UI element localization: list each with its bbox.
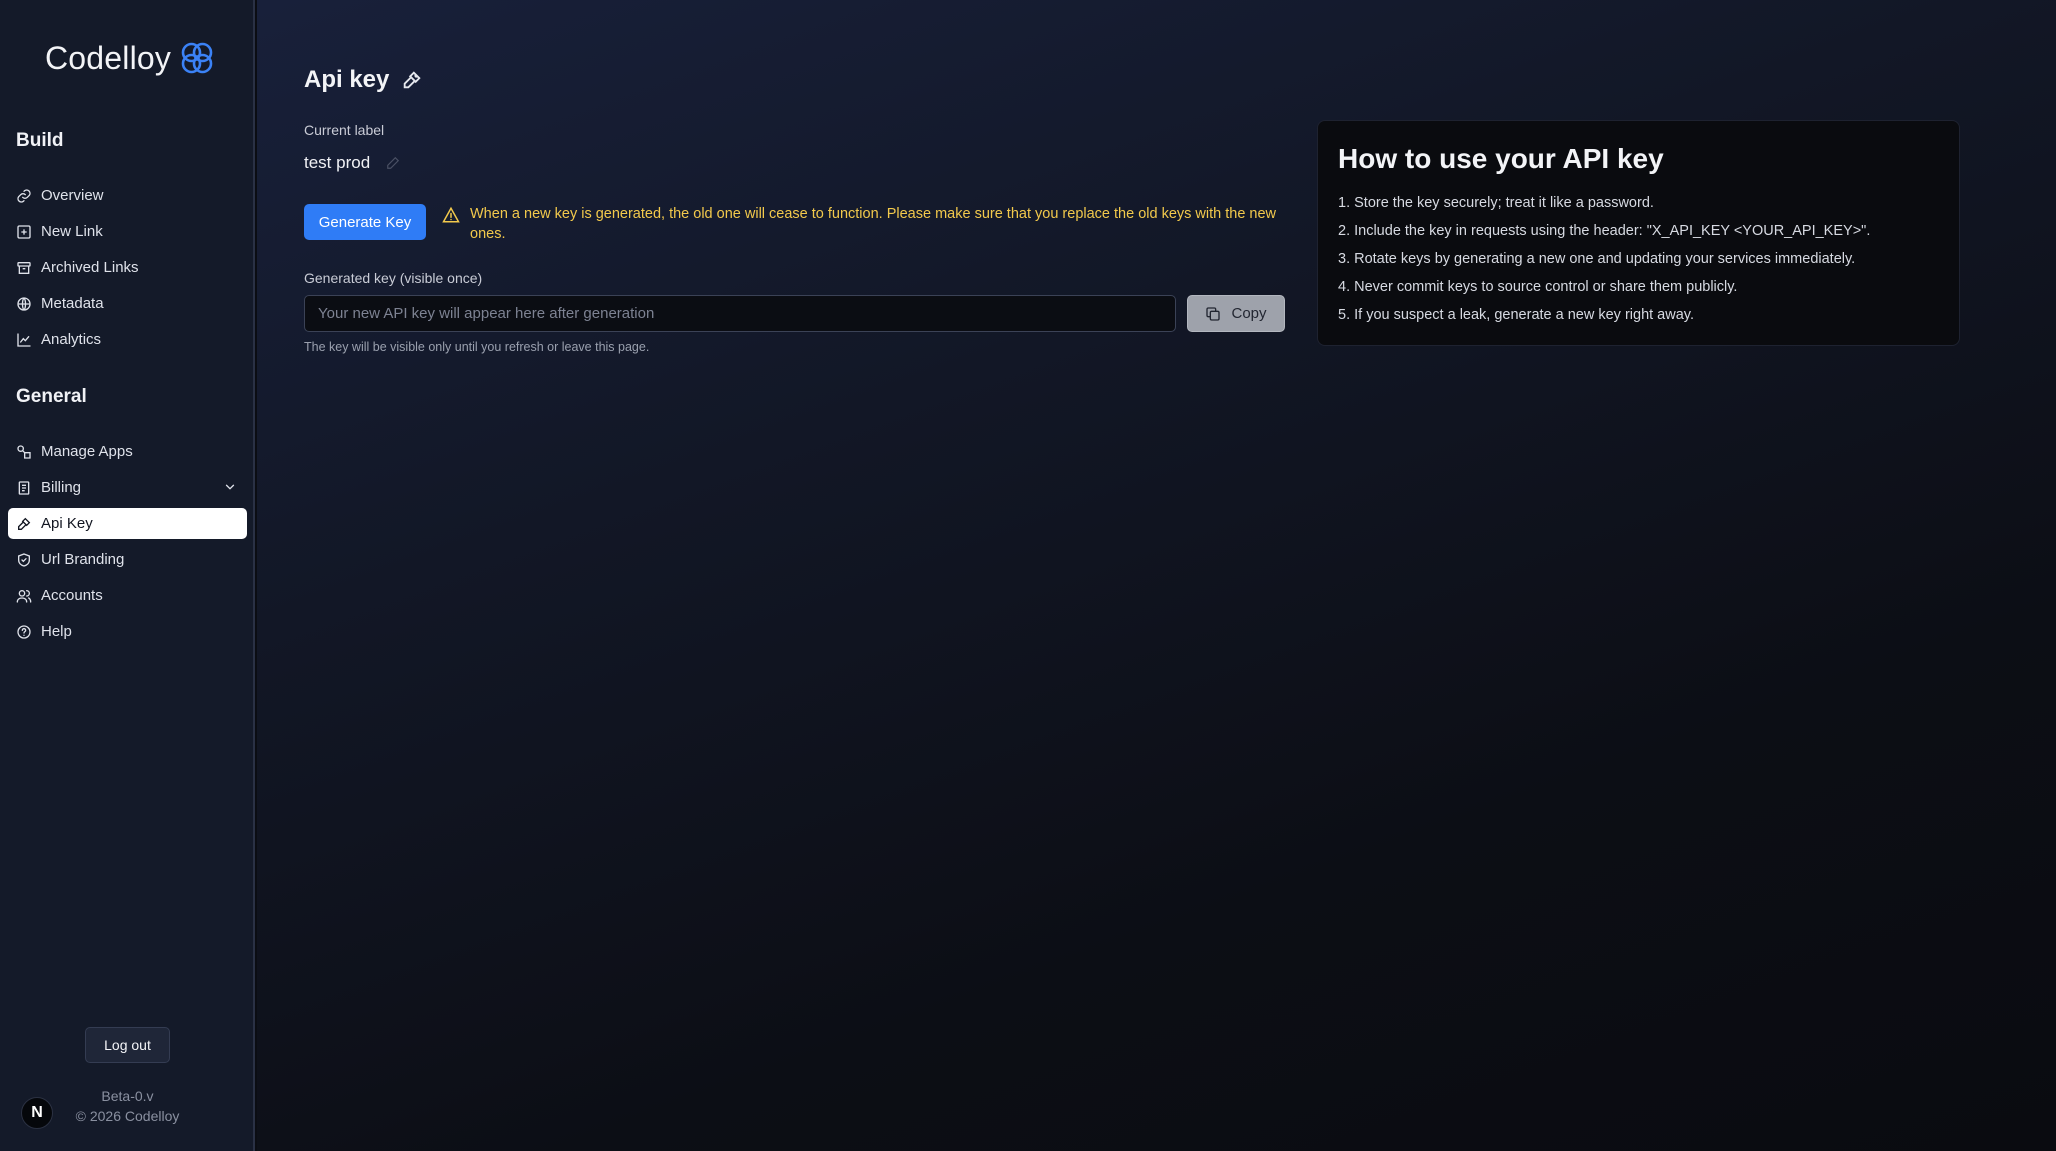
section-title-general: General bbox=[16, 386, 87, 407]
globe-icon bbox=[17, 296, 31, 311]
list-item: 3. Rotate keys by generating a new one a… bbox=[1338, 251, 1856, 267]
nav-build: Overview New Link Archived Links Metadat… bbox=[8, 180, 247, 360]
shield-icon bbox=[18, 552, 30, 567]
sidebar-item-label: Help bbox=[41, 623, 72, 640]
sidebar-item-label: Archived Links bbox=[41, 259, 139, 276]
sidebar-item-archived-links[interactable]: Archived Links bbox=[8, 252, 247, 283]
copy-button[interactable]: Copy bbox=[1187, 295, 1285, 332]
sidebar-item-manage-apps[interactable]: Manage Apps bbox=[8, 436, 247, 467]
key-icon bbox=[404, 71, 422, 89]
sidebar-item-label: Billing bbox=[41, 479, 82, 496]
sidebar-item-label: Overview bbox=[41, 187, 104, 204]
list-item: 4. Never commit keys to source control o… bbox=[1338, 279, 1738, 295]
sidebar-item-label: Analytics bbox=[41, 331, 102, 348]
sidebar-item-label: Manage Apps bbox=[41, 443, 133, 460]
sidebar-item-accounts[interactable]: Accounts bbox=[8, 580, 247, 611]
chevron-down-icon[interactable] bbox=[223, 480, 237, 494]
plus-square-icon bbox=[17, 224, 31, 239]
brand-logo-icon bbox=[181, 42, 213, 74]
main-content: Api key Current label test prod Generate… bbox=[257, 0, 2056, 1151]
help-card: How to use your API key 1. Store the key… bbox=[1317, 120, 1960, 346]
archive-icon bbox=[17, 261, 31, 274]
brand[interactable]: Codelloy bbox=[45, 38, 215, 78]
sidebar-item-overview[interactable]: Overview bbox=[8, 180, 247, 211]
sidebar-item-billing[interactable]: Billing bbox=[8, 472, 247, 503]
sidebar-item-label: Metadata bbox=[41, 295, 104, 312]
generated-key-caption: Generated key (visible once) bbox=[304, 270, 483, 286]
sidebar-item-new-link[interactable]: New Link bbox=[8, 216, 247, 247]
page-title: Api key bbox=[304, 66, 423, 94]
page-title-text: Api key bbox=[304, 66, 390, 93]
visibility-hint: The key will be visible only until you r… bbox=[304, 340, 650, 354]
logout-button[interactable]: Log out bbox=[85, 1027, 170, 1063]
apps-icon bbox=[17, 444, 31, 459]
version-label: Beta-0.v bbox=[101, 1088, 154, 1104]
sidebar-item-label: Accounts bbox=[41, 587, 103, 604]
pencil-icon[interactable] bbox=[386, 156, 400, 170]
copyright-label: © 2026 Codelloy bbox=[75, 1108, 180, 1124]
current-label: test prod bbox=[304, 153, 400, 173]
sidebar-item-label: New Link bbox=[41, 223, 103, 240]
help-steps: 1. Store the key securely; treat it like… bbox=[1338, 189, 1939, 329]
sidebar-item-label: Url Branding bbox=[41, 551, 125, 568]
nav-general: Manage Apps Billing Api Key Url Branding… bbox=[8, 436, 247, 652]
current-label-caption: Current label bbox=[304, 122, 385, 138]
generated-key-input[interactable] bbox=[304, 295, 1176, 332]
current-label-value: test prod bbox=[304, 153, 371, 172]
copy-button-label: Copy bbox=[1231, 305, 1267, 322]
brand-name: Codelloy bbox=[45, 39, 172, 76]
list-item: 1. Store the key securely; treat it like… bbox=[1338, 195, 1654, 211]
section-title-build: Build bbox=[16, 130, 64, 151]
sidebar-item-api-key[interactable]: Api Key bbox=[8, 508, 247, 539]
key-icon bbox=[18, 517, 31, 530]
link-icon bbox=[17, 188, 31, 203]
generate-key-button[interactable]: Generate Key bbox=[304, 204, 426, 240]
list-item: 5. If you suspect a leak, generate a new… bbox=[1338, 307, 1694, 323]
help-circle-icon bbox=[17, 624, 31, 639]
sidebar: Codelloy Build Overview New Link Archive… bbox=[0, 0, 255, 1151]
users-icon bbox=[16, 589, 32, 603]
sidebar-item-url-branding[interactable]: Url Branding bbox=[8, 544, 247, 575]
sidebar-item-help[interactable]: Help bbox=[8, 616, 247, 647]
list-item: 2. Include the key in requests using the… bbox=[1338, 223, 1871, 239]
copy-icon bbox=[1206, 306, 1221, 321]
receipt-icon bbox=[18, 480, 30, 495]
sidebar-item-label: Api Key bbox=[41, 515, 93, 532]
help-card-title: How to use your API key bbox=[1338, 143, 1664, 174]
sidebar-item-metadata[interactable]: Metadata bbox=[8, 288, 247, 319]
sidebar-item-analytics[interactable]: Analytics bbox=[8, 324, 247, 355]
warning-message: When a new key is generated, the old one… bbox=[442, 204, 1277, 244]
warning-triangle-icon bbox=[442, 206, 460, 223]
warning-text: When a new key is generated, the old one… bbox=[470, 206, 1277, 242]
chart-line-icon bbox=[17, 332, 31, 347]
